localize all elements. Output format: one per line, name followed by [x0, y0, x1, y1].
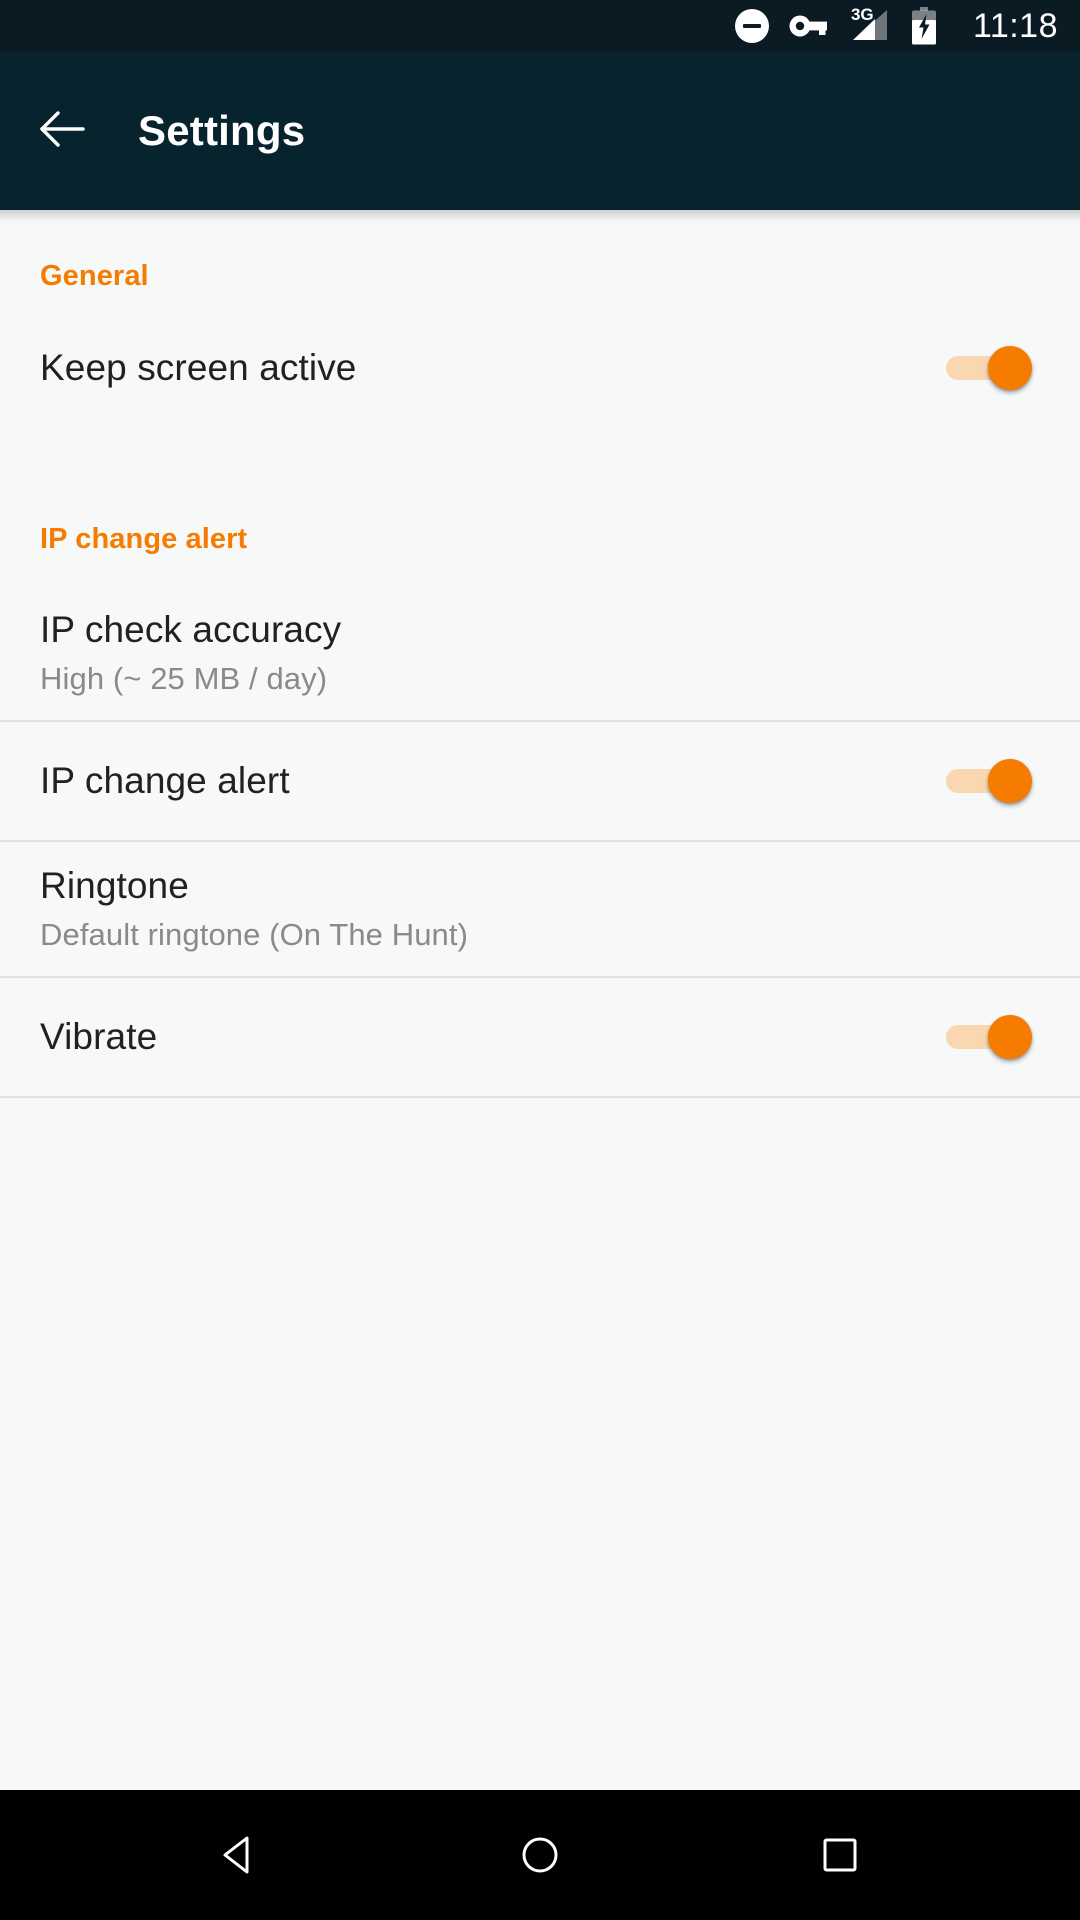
row-subtitle: Default ringtone (On The Hunt) [40, 916, 469, 952]
back-nav-icon[interactable] [180, 1795, 300, 1915]
row-texts: Ringtone Default ringtone (On The Hunt) [40, 865, 1038, 952]
row-title: Keep screen active [40, 347, 357, 389]
recents-nav-icon[interactable] [780, 1795, 900, 1915]
toggle-thumb [988, 1015, 1032, 1059]
row-title: IP check accuracy [40, 609, 342, 651]
app-bar: Settings [0, 52, 1080, 210]
toggle-thumb [988, 759, 1032, 803]
system-navigation-bar [0, 1790, 1080, 1920]
row-title: Vibrate [40, 1016, 158, 1058]
toggle-keep-screen-active[interactable] [946, 344, 1038, 392]
do-not-disturb-icon [734, 9, 769, 43]
status-icons: 3G 11:18 [734, 5, 1058, 45]
home-nav-icon[interactable] [480, 1795, 600, 1915]
section-header-ip-change-alert: IP change alert [40, 523, 248, 555]
divider [0, 1096, 1080, 1098]
row-texts: IP change alert [40, 760, 926, 801]
row-ip-change-alert[interactable]: IP change alert [0, 722, 1080, 840]
row-vibrate[interactable]: Vibrate [0, 978, 1080, 1096]
phone-screen: 3G 11:18 Settings General Keep screen ac… [0, 0, 1080, 1920]
vpn-key-icon [789, 12, 829, 40]
row-ringtone[interactable]: Ringtone Default ringtone (On The Hunt) [0, 842, 1080, 976]
battery-charging-icon [911, 7, 937, 45]
settings-list: General Keep screen active IP change ale… [0, 210, 1080, 1790]
row-title: Ringtone [40, 865, 189, 907]
toggle-ip-change-alert[interactable] [946, 757, 1038, 805]
row-keep-screen-active[interactable]: Keep screen active [0, 309, 1080, 427]
back-arrow-icon[interactable] [36, 102, 90, 161]
row-texts: Vibrate [40, 1016, 926, 1057]
row-texts: IP check accuracy High (~ 25 MB / day) [40, 609, 1038, 696]
row-ip-check-accuracy[interactable]: IP check accuracy High (~ 25 MB / day) [0, 586, 1080, 720]
row-subtitle: High (~ 25 MB / day) [40, 660, 328, 696]
status-bar-clock: 11:18 [972, 7, 1058, 45]
signal-3g-icon: 3G [849, 5, 891, 44]
row-title: IP change alert [40, 760, 290, 802]
network-type-label: 3G [850, 5, 874, 24]
status-bar: 3G 11:18 [0, 0, 1080, 52]
section-header-general: General [40, 260, 149, 292]
toggle-thumb [988, 346, 1032, 390]
row-texts: Keep screen active [40, 347, 926, 388]
page-title: Settings [138, 107, 306, 154]
toggle-vibrate[interactable] [946, 1013, 1038, 1061]
